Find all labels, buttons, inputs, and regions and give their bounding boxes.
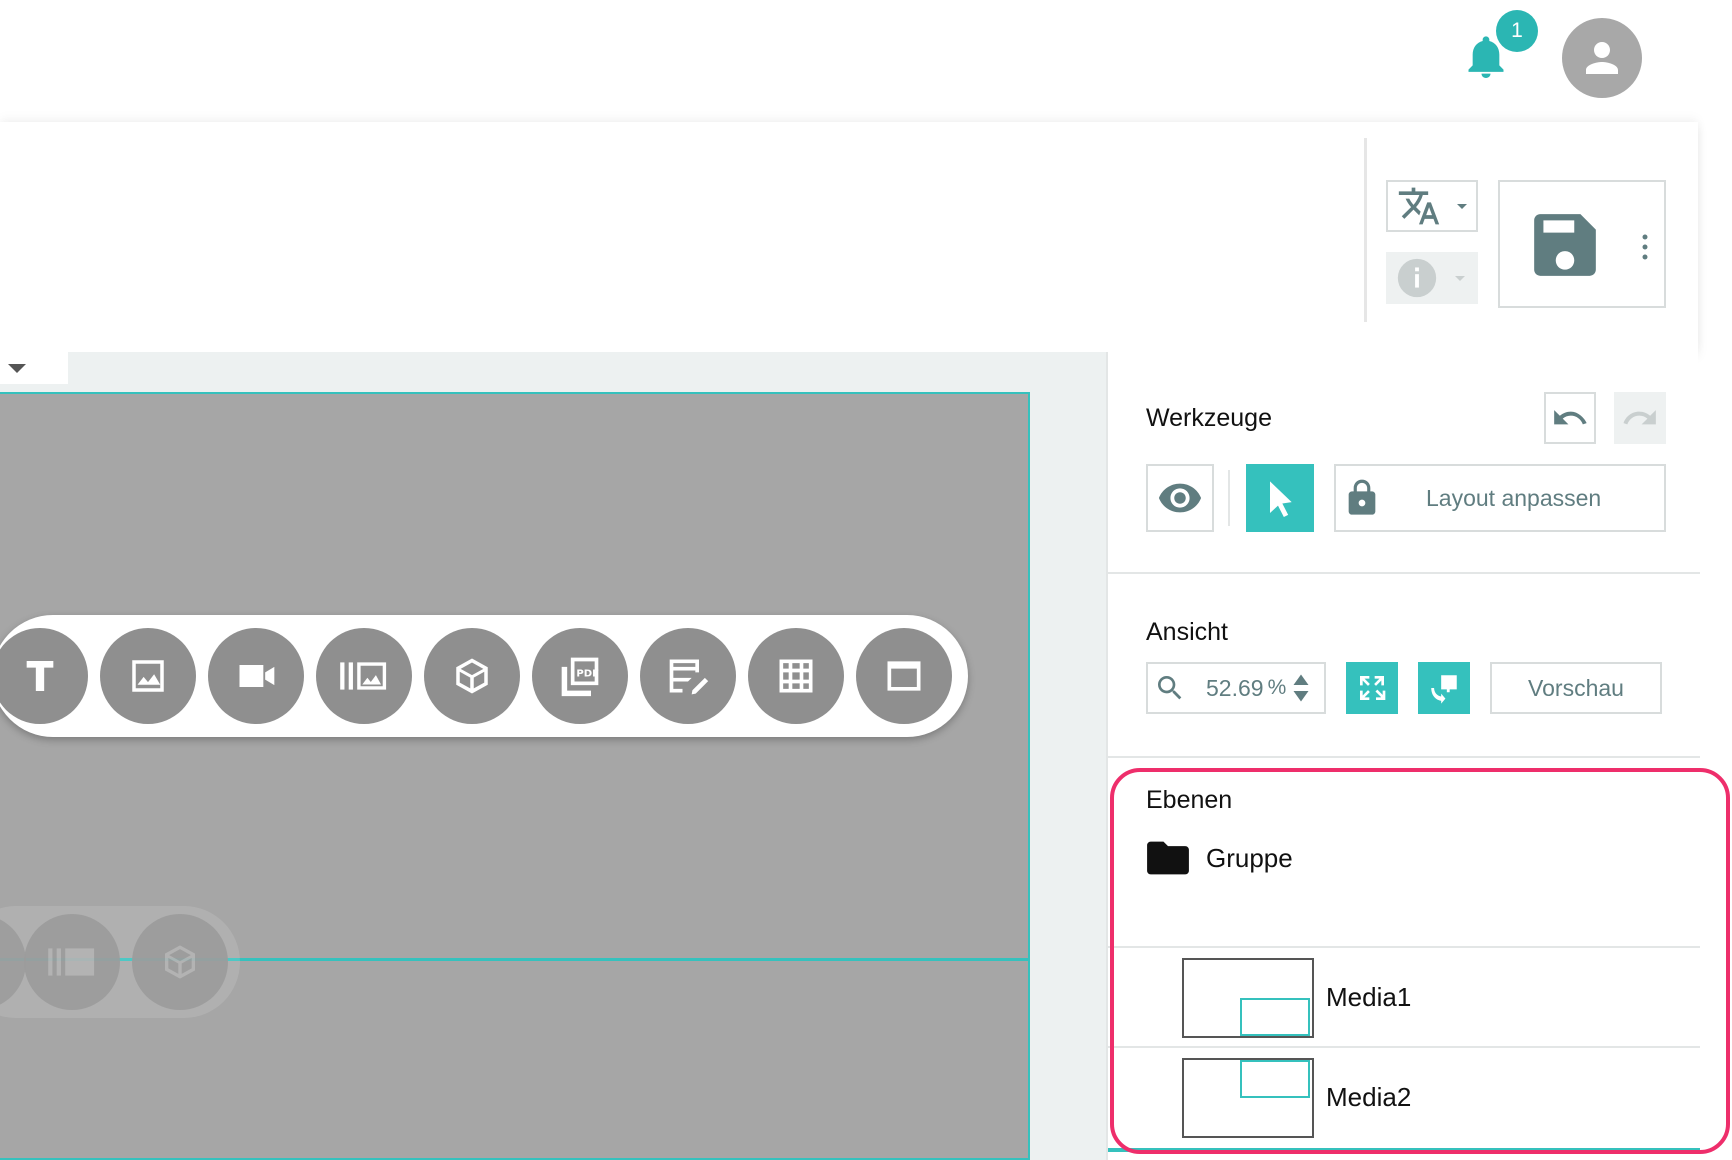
add-gallery-button[interactable] [316, 628, 412, 724]
fit-screen-button[interactable] [1346, 662, 1398, 714]
tool-separator [1228, 470, 1230, 526]
swap-view-icon [1431, 675, 1457, 704]
search-icon [1158, 676, 1182, 700]
add-pdf-button[interactable]: PDF [532, 628, 628, 724]
view-title: Ansicht [1146, 618, 1228, 646]
select-mode-button[interactable] [1246, 464, 1314, 532]
toolbar-divider [1364, 138, 1367, 322]
page-selector-tab[interactable] [0, 352, 68, 384]
layout-adjust-label: Layout anpassen [1426, 484, 1602, 511]
pdf-icon: PDF [561, 657, 599, 697]
spinner-icon[interactable] [1292, 673, 1310, 703]
add-3d-object-button[interactable] [424, 628, 520, 724]
translate-icon [1398, 187, 1440, 225]
element-palette: PDF [0, 615, 968, 737]
redo-button[interactable] [1614, 392, 1666, 444]
table-icon [779, 659, 813, 693]
preview-button[interactable]: Vorschau [1490, 662, 1662, 714]
cube-icon [456, 658, 488, 694]
more-vertical-icon[interactable] [1640, 232, 1650, 262]
floppy-disk-icon [1534, 214, 1596, 276]
svg-text:PDF: PDF [576, 668, 599, 679]
swap-view-button[interactable] [1418, 662, 1470, 714]
cursor-icon [1270, 481, 1292, 517]
form-edit-icon [669, 659, 709, 695]
image-icon [132, 660, 164, 692]
lock-icon [1348, 479, 1376, 515]
layout-adjust-button[interactable]: Layout anpassen [1334, 464, 1666, 532]
add-image-button[interactable] [100, 628, 196, 724]
window-icon [887, 661, 921, 691]
ghost-element-palette [0, 906, 240, 1018]
notification-badge: 1 [1496, 10, 1538, 52]
preview-mode-button[interactable] [1146, 464, 1214, 532]
info-icon [1397, 258, 1437, 298]
redo-icon [1623, 410, 1656, 425]
language-select[interactable] [1386, 180, 1478, 232]
undo-button[interactable] [1544, 392, 1596, 444]
video-icon [239, 665, 275, 687]
editor-toolbar [0, 122, 1698, 352]
avatar[interactable] [1562, 18, 1642, 98]
caret-down-icon [1457, 204, 1467, 209]
undo-icon [1554, 410, 1587, 425]
gallery-icon [340, 662, 387, 690]
add-frame-button[interactable] [856, 628, 952, 724]
section-divider [1108, 572, 1700, 574]
zoom-unit: % [1267, 676, 1287, 699]
fit-screen-icon [1360, 676, 1386, 700]
info-select[interactable] [1386, 252, 1478, 304]
text-icon [26, 661, 54, 691]
eye-icon [1158, 483, 1202, 513]
editor-canvas[interactable] [0, 392, 1030, 1160]
add-text-button[interactable] [0, 628, 88, 724]
add-form-button[interactable] [640, 628, 736, 724]
person-icon [1586, 42, 1618, 74]
section-divider [1108, 756, 1700, 758]
layers-highlight-frame [1110, 768, 1730, 1154]
top-bar: 1 [0, 0, 1732, 120]
tools-title: Werkzeuge [1146, 404, 1272, 432]
ghost-palette-button [0, 914, 26, 1010]
gallery-icon [24, 914, 120, 1010]
save-button[interactable] [1498, 180, 1666, 308]
cube-icon [132, 914, 228, 1010]
caret-down-icon [8, 364, 26, 373]
add-table-button[interactable] [748, 628, 844, 724]
workspace [0, 352, 1106, 1160]
zoom-input[interactable]: 52.69 % [1146, 662, 1326, 714]
caret-down-icon [1455, 276, 1465, 281]
zoom-value: 52.69 [1206, 674, 1264, 701]
add-video-button[interactable] [208, 628, 304, 724]
